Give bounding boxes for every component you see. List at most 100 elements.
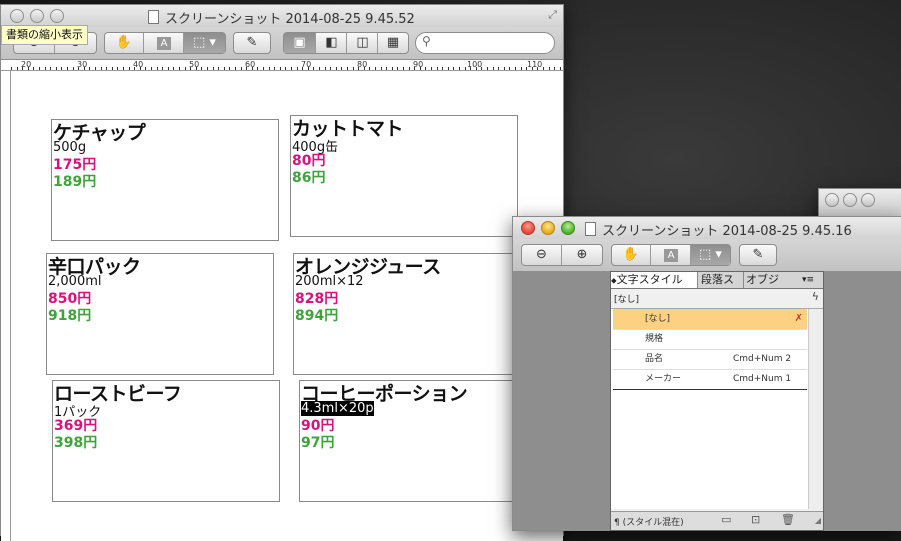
style-row[interactable]: 品名 Cmd+Num 2 xyxy=(613,349,807,370)
ruler-tick xyxy=(240,67,242,70)
window-title-text: スクリーンショット 2014-08-25 9.45.16 xyxy=(602,224,852,239)
tab-paragraph-styles[interactable]: 段落ス xyxy=(701,272,744,288)
ruler-tick xyxy=(414,67,416,70)
zoom-button[interactable] xyxy=(561,221,575,235)
product-card[interactable]: カットトマト 400g缶 80円 86円 xyxy=(290,115,518,237)
style-row[interactable]: 規格 xyxy=(613,329,807,350)
product-card[interactable]: ケチャップ 500g 175円 189円 xyxy=(51,119,279,241)
tool-segment: ✋ A ⬚ ▾ xyxy=(104,32,226,54)
ruler-tick xyxy=(212,67,214,70)
table-of-contents-view-icon[interactable]: ◫ xyxy=(346,33,378,53)
ruler-tick xyxy=(470,67,472,70)
zoom-button[interactable] xyxy=(50,9,64,23)
search-icon: ⚲ xyxy=(422,34,431,48)
minimize-button[interactable] xyxy=(843,193,857,207)
lightning-icon[interactable]: ϟ xyxy=(812,290,819,303)
ruler-tick xyxy=(83,67,85,70)
clear-override-icon[interactable]: ✗ xyxy=(795,309,803,329)
fullscreen-icon[interactable]: ⤢ xyxy=(548,8,557,22)
content-only-view-icon[interactable]: ▣ xyxy=(284,33,315,53)
ruler-tick xyxy=(391,67,393,70)
pencil-icon[interactable]: ✎ xyxy=(740,245,776,265)
window-title: スクリーンショット 2014-08-25 9.45.52 xyxy=(148,8,415,27)
ruler-tick xyxy=(251,67,253,70)
product-card[interactable]: 辛口パック 2,000ml 850円 918円 xyxy=(46,253,274,375)
horizontal-ruler: 20 30 40 50 60 70 80 90 100 110 xyxy=(1,60,563,71)
panel-menu-icon[interactable]: ▾≡ xyxy=(802,272,820,288)
product-card[interactable]: ローストビーフ 1パック 369円 398円 xyxy=(52,380,280,502)
ruler-tick xyxy=(106,67,108,70)
selection-icon[interactable]: ⬚ ▾ xyxy=(690,245,730,265)
close-button[interactable] xyxy=(825,193,839,207)
ruler-tick xyxy=(223,67,225,70)
ruler-tick xyxy=(201,67,203,70)
ruler-tick xyxy=(335,67,337,70)
zoom-button[interactable] xyxy=(861,193,875,207)
background-window-titlebar[interactable] xyxy=(819,189,901,211)
ruler-tick xyxy=(33,67,35,70)
ruler-tick xyxy=(55,67,57,70)
ruler-tick xyxy=(218,67,220,70)
ruler-tick xyxy=(190,67,192,70)
style-row-none[interactable]: [なし] ✗ xyxy=(613,309,807,330)
product-spec-selected[interactable]: 4.3ml×20p xyxy=(301,401,374,416)
hand-icon[interactable]: ✋ xyxy=(105,33,143,53)
ruler-tick xyxy=(139,67,141,70)
ruler-tick xyxy=(95,67,96,70)
ruler-tick xyxy=(162,67,164,70)
ruler-tick xyxy=(246,67,248,70)
main-window-titlebar[interactable]: スクリーンショット 2014-08-25 9.45.52 ⤢ xyxy=(1,5,563,27)
ruler-tick xyxy=(492,67,494,70)
thumbnails-view-icon[interactable]: ◧ xyxy=(315,33,347,53)
ruler-tick xyxy=(229,67,231,70)
second-window-titlebar[interactable]: スクリーンショット 2014-08-25 9.45.16 xyxy=(513,217,901,239)
minimize-button[interactable] xyxy=(30,9,44,23)
tab-object-styles[interactable]: オブジ xyxy=(746,272,786,288)
style-list: [なし] ✗ 規格 品名 Cmd+Num 2 メーカー Cmd+Num 1 xyxy=(611,308,823,509)
ruler-tick xyxy=(145,67,147,70)
ruler-tick xyxy=(151,67,152,70)
hand-icon[interactable]: ✋ xyxy=(612,245,650,265)
text-tool-icon[interactable]: A xyxy=(143,33,184,53)
ruler-tick xyxy=(559,67,561,70)
close-button[interactable] xyxy=(521,221,535,235)
ruler-tick xyxy=(195,67,197,70)
product-spec: 2,000ml xyxy=(48,274,102,289)
price-green: 189円 xyxy=(53,174,97,190)
ruler-tick xyxy=(156,67,158,70)
magnifier-plus-icon[interactable]: ⊕ xyxy=(561,245,602,265)
tab-character-styles[interactable]: ⬥文字スタイル xyxy=(611,272,698,288)
new-style-icon[interactable]: ⊡ xyxy=(751,513,760,526)
resize-grip-icon[interactable]: ◢ xyxy=(815,516,821,525)
search-input[interactable]: ⚲ xyxy=(415,32,555,54)
folder-icon[interactable]: ▭ xyxy=(721,513,731,526)
ruler-tick xyxy=(419,67,421,70)
selection-icon[interactable]: ⬚ ▾ xyxy=(183,33,225,53)
ruler-tick xyxy=(61,67,63,70)
product-card[interactable]: オレンジジュース 200ml×12 828円 894円 xyxy=(293,253,521,375)
text-tool-icon[interactable]: A xyxy=(650,245,691,265)
ruler-tick xyxy=(319,67,320,70)
price-green: 918円 xyxy=(48,308,92,324)
tooltip: 書類の縮小表示 xyxy=(1,25,88,45)
pencil-icon[interactable]: ✎ xyxy=(234,33,270,53)
zoom-segment: ⊖ ⊕ xyxy=(521,244,603,266)
scrollbar[interactable] xyxy=(808,309,823,509)
product-card[interactable]: コーヒーポーション 4.3ml×20p 90円 97円 xyxy=(299,380,527,502)
view-segment: ▣ ◧ ◫ ▦ xyxy=(283,32,409,54)
trash-icon[interactable]: 🗑 xyxy=(781,513,795,526)
magnifier-minus-icon[interactable]: ⊖ xyxy=(522,245,561,265)
ruler-tick xyxy=(173,67,175,70)
ruler-tick xyxy=(487,67,488,70)
ruler-tick xyxy=(397,67,399,70)
ruler-tick xyxy=(554,67,556,70)
style-row[interactable]: メーカー Cmd+Num 1 xyxy=(613,369,807,390)
ruler-tick xyxy=(403,67,404,70)
ruler-tick xyxy=(302,67,304,70)
ruler-tick xyxy=(179,67,180,70)
minimize-button[interactable] xyxy=(541,221,555,235)
contact-sheet-view-icon[interactable]: ▦ xyxy=(377,33,408,53)
ruler-tick xyxy=(526,67,528,70)
ruler-tick xyxy=(100,67,102,70)
close-button[interactable] xyxy=(10,9,24,23)
